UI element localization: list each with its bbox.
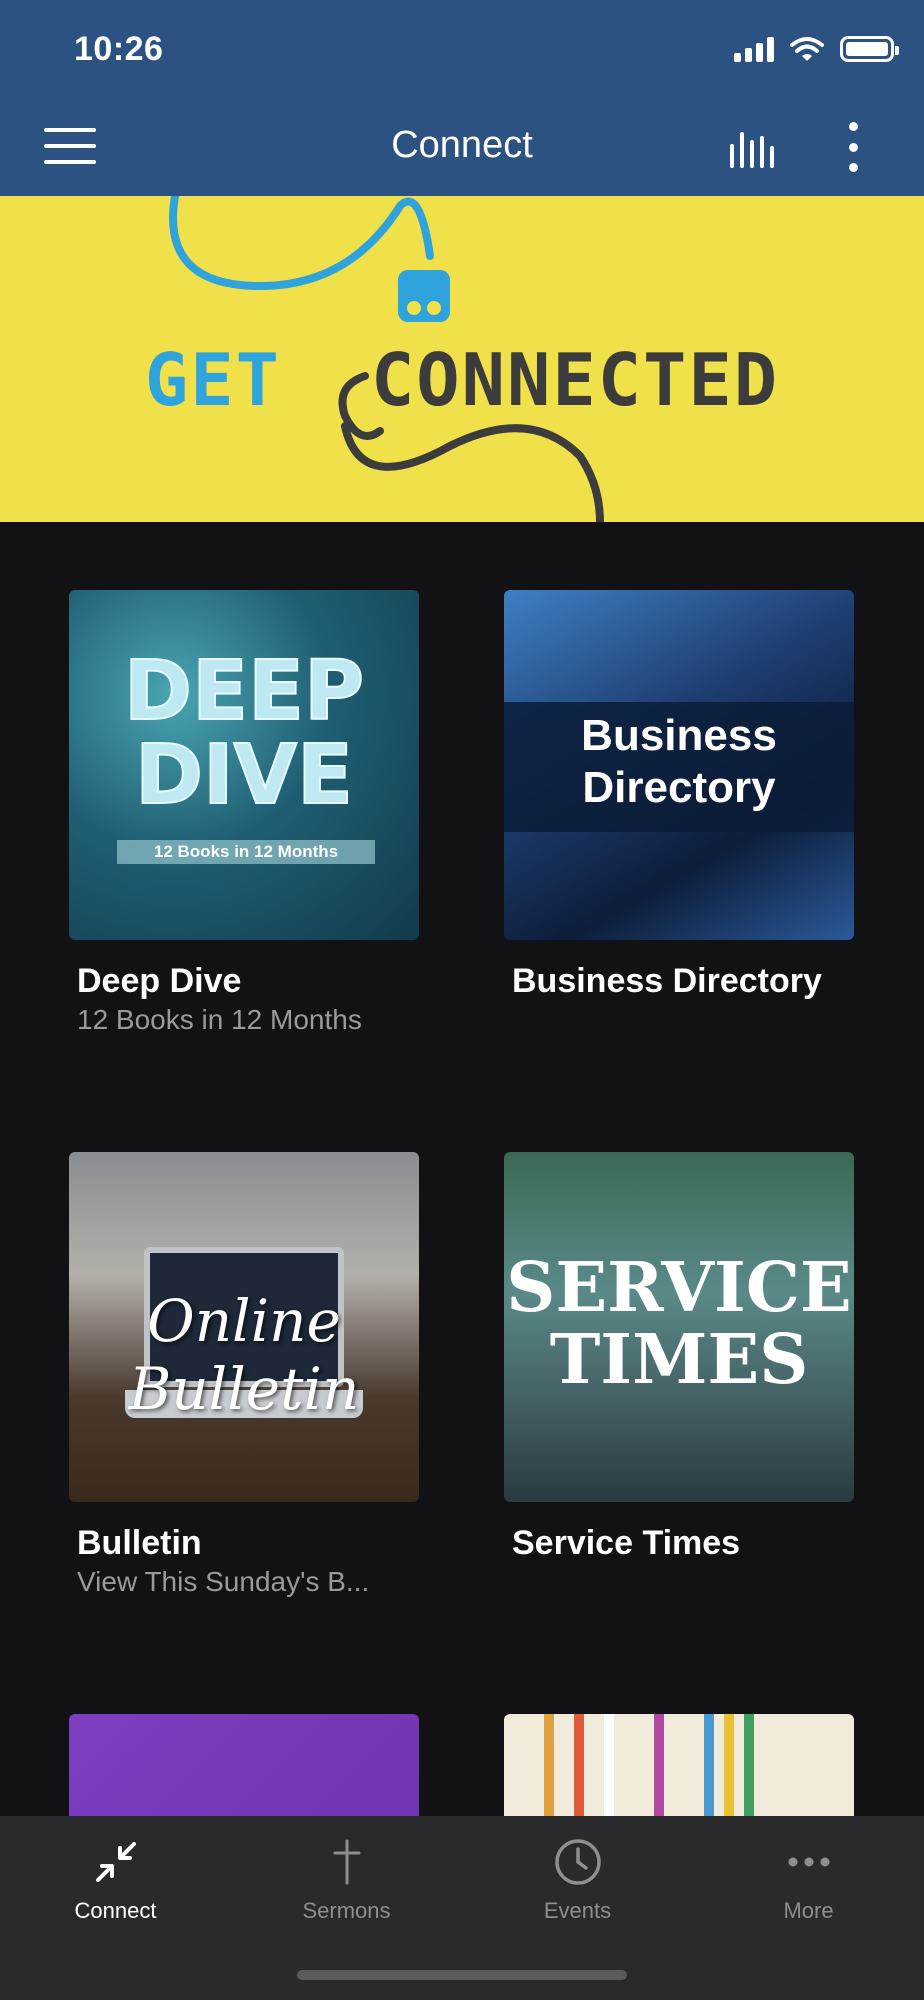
card-service-times[interactable]: SERVICE TIMES Service Times	[504, 1152, 854, 1562]
more-dots-icon	[779, 1832, 839, 1892]
bulletin-thumb-title: Online Bulletin	[128, 1287, 360, 1423]
collapse-arrows-icon	[86, 1832, 146, 1892]
card-title: Business Directory	[512, 962, 822, 1000]
card-bulletin[interactable]: Online Bulletin Bulletin View This Sunda…	[69, 1152, 419, 1597]
audio-bars-icon[interactable]	[728, 128, 782, 168]
tab-events[interactable]: Events	[462, 1816, 693, 1946]
bulletin-thumbnail: Online Bulletin	[69, 1152, 419, 1502]
banner-text-connected: CONNECTED	[370, 338, 780, 422]
tab-label: Events	[543, 1898, 612, 1923]
battery-icon	[840, 36, 899, 62]
tab-label: Sermons	[302, 1898, 391, 1923]
signal-icon	[734, 36, 774, 62]
deep-dive-thumb-subtitle: 12 Books in 12 Months	[117, 840, 375, 864]
service-times-thumb-title: SERVICE TIMES	[506, 1248, 852, 1400]
card-deep-dive[interactable]: DEEP DIVE 12 Books in 12 Months Deep Div…	[69, 590, 419, 1035]
business-directory-thumb-title: Business Directory	[581, 711, 777, 812]
cross-icon	[317, 1832, 377, 1892]
service-times-thumbnail: SERVICE TIMES	[504, 1152, 854, 1502]
deep-dive-thumb-title: DEEP DIVE	[123, 644, 365, 823]
banner-text-get: GET	[144, 338, 281, 422]
banner-text: GET CONNECTED	[0, 338, 924, 422]
top-bar: 10:26 Connect	[0, 0, 924, 196]
card-subtitle: View This Sunday's B...	[77, 1566, 370, 1597]
tab-label: More	[783, 1898, 834, 1923]
status-icons	[734, 36, 899, 62]
card-title: Bulletin	[77, 1524, 202, 1562]
get-connected-banner[interactable]: GET CONNECTED	[0, 196, 924, 522]
page-title: Connect	[391, 124, 533, 166]
deep-dive-thumbnail: DEEP DIVE 12 Books in 12 Months	[69, 590, 419, 940]
card-subtitle: 12 Books in 12 Months	[77, 1004, 362, 1035]
card-title: Deep Dive	[77, 962, 242, 1000]
card-title: Service Times	[512, 1524, 741, 1562]
more-options-button[interactable]	[846, 122, 860, 172]
tab-connect[interactable]: Connect	[0, 1816, 231, 1946]
tab-more[interactable]: More	[693, 1816, 924, 1946]
home-indicator[interactable]	[297, 1970, 627, 1980]
business-directory-thumbnail: Business Directory	[504, 590, 854, 940]
tab-sermons[interactable]: Sermons	[231, 1816, 462, 1946]
status-time: 10:26	[74, 30, 164, 68]
card-business-directory[interactable]: Business Directory Business Directory	[504, 590, 854, 1000]
wifi-icon	[790, 37, 824, 61]
tab-label: Connect	[74, 1898, 157, 1923]
clock-icon	[548, 1832, 608, 1892]
